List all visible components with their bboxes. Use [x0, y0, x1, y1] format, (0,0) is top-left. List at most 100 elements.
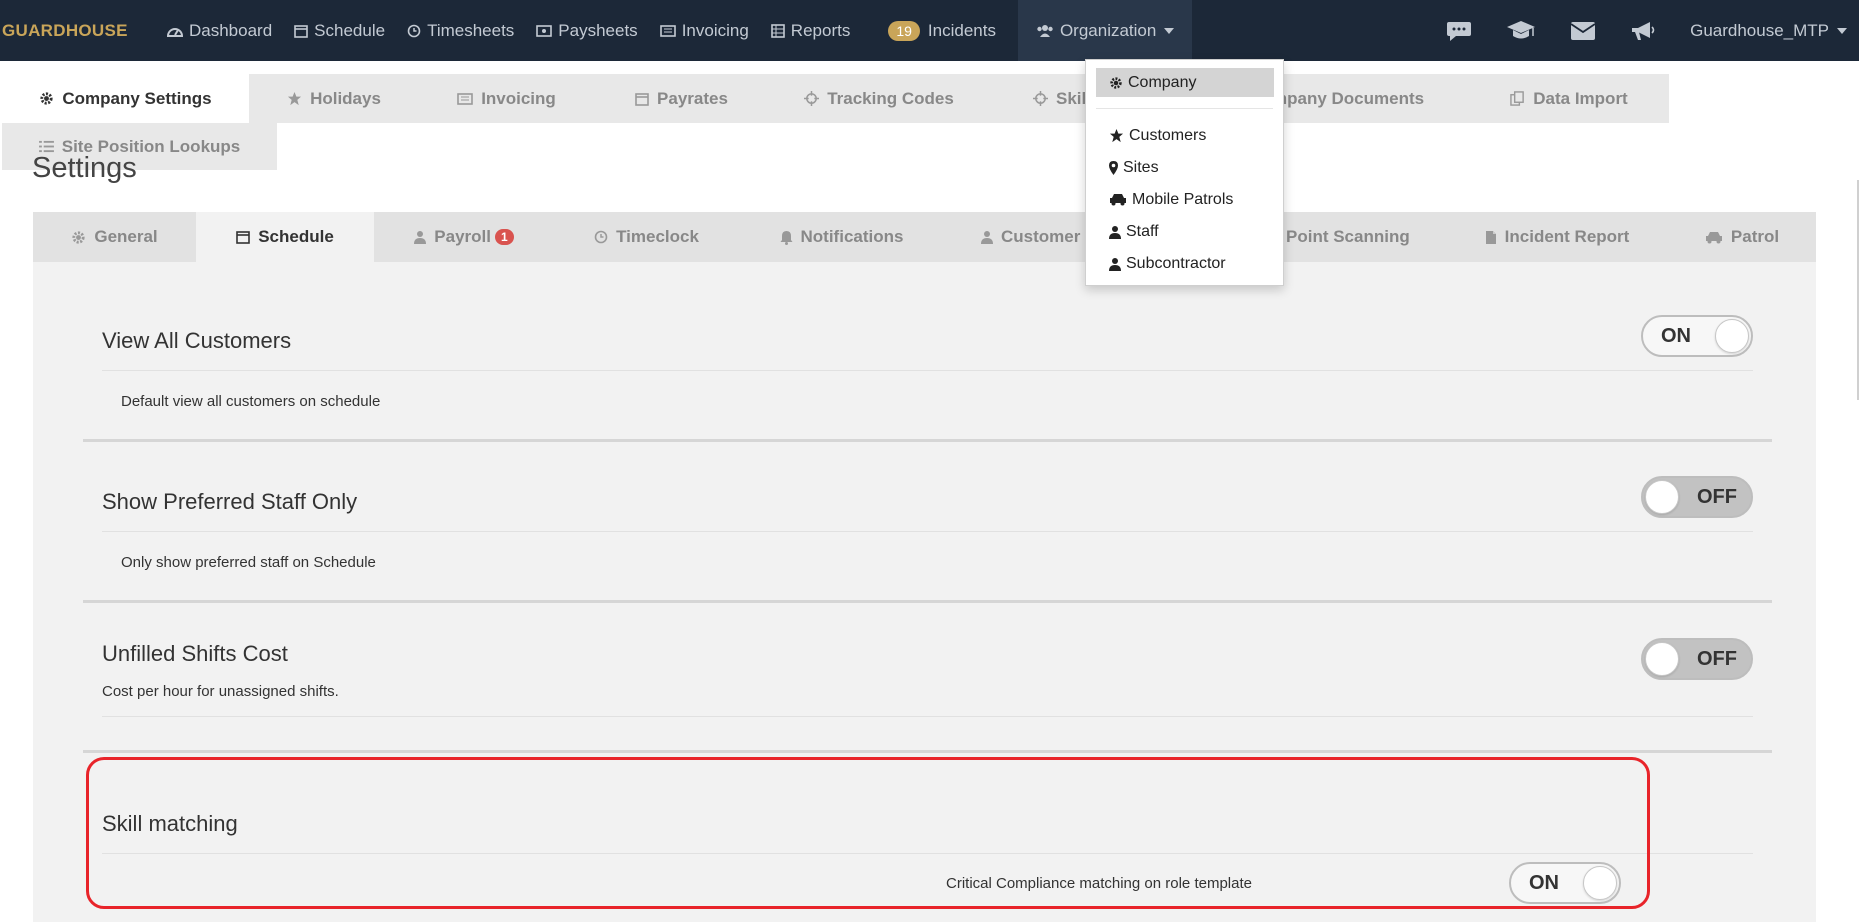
top-navbar: GUARDHOUSE Dashboard Schedule Timesheets…: [0, 0, 1859, 61]
setting-show-preferred-staff-only: Show Preferred Staff Only Only show pref…: [83, 442, 1772, 603]
menu-item-label: Mobile Patrols: [1132, 190, 1234, 208]
nav-invoicing[interactable]: Invoicing: [659, 0, 769, 61]
divider: [102, 716, 1753, 717]
tab-company-settings-label: Company Settings: [62, 88, 212, 108]
car-icon: [1109, 193, 1127, 206]
toggle-unfilled-shifts-cost[interactable]: OFF: [1641, 638, 1753, 680]
invoice-icon: [659, 24, 676, 37]
toggle-state-label: OFF: [1697, 486, 1737, 508]
money-icon: [536, 24, 553, 37]
tab-tracking-codes-label: Tracking Codes: [827, 88, 954, 108]
tab-schedule[interactable]: Schedule: [196, 212, 374, 262]
user-menu[interactable]: Guardhouse_MTP: [1690, 21, 1847, 41]
bullhorn-icon[interactable]: [1630, 20, 1656, 42]
map-marker-icon: [1109, 160, 1118, 175]
nav-reports-label: Reports: [790, 20, 851, 40]
tab-invoicing-label: Invoicing: [481, 88, 556, 108]
toggle-state-label: ON: [1661, 325, 1691, 347]
dashboard-icon: [167, 24, 183, 38]
tab-data-import-label: Data Import: [1533, 88, 1628, 108]
star-icon: [287, 91, 302, 106]
tab-data-import[interactable]: Data Import: [1469, 74, 1669, 123]
nav-incidents-label: Incidents: [927, 20, 996, 40]
menu-item-subcontractor[interactable]: Subcontractor: [1096, 249, 1274, 278]
tab-patrol[interactable]: Patrol: [1668, 212, 1816, 262]
brand-logo[interactable]: GUARDHOUSE: [0, 21, 165, 41]
nav-timesheets[interactable]: Timesheets: [407, 0, 534, 61]
calendar-icon: [236, 230, 251, 244]
highlight-box: [86, 757, 1650, 909]
nav-paysheets-label: Paysheets: [558, 20, 638, 40]
crosshair-icon: [1033, 91, 1048, 106]
menu-item-label: Customers: [1129, 126, 1207, 144]
chevron-down-icon: [1164, 27, 1175, 34]
nav-invoicing-label: Invoicing: [681, 20, 749, 40]
toggle-knob: [1645, 480, 1679, 514]
nav-schedule[interactable]: Schedule: [294, 0, 405, 61]
toggle-state-label: OFF: [1697, 648, 1737, 670]
table-icon: [770, 23, 785, 38]
tab-general[interactable]: General: [33, 212, 196, 262]
tab-point-scanning-label: Point Scanning: [1286, 227, 1410, 246]
nav-organization[interactable]: Organization: [1017, 0, 1193, 61]
tab-incident-report-label: Incident Report: [1504, 227, 1630, 246]
chevron-down-icon: [1837, 27, 1847, 34]
tab-notifications-label: Notifications: [800, 227, 904, 246]
tab-schedule-label: Schedule: [258, 227, 334, 246]
setting-description: Cost per hour for unassigned shifts.: [102, 683, 339, 700]
bell-icon: [780, 230, 793, 245]
nav-incidents[interactable]: 19 Incidents: [888, 0, 1016, 61]
tab-general-label: General: [94, 227, 158, 246]
envelope-icon[interactable]: [1570, 21, 1596, 41]
crosshair-icon: [804, 91, 820, 106]
nav-dashboard[interactable]: Dashboard: [167, 0, 292, 61]
clock-icon: [594, 230, 608, 244]
chat-icon[interactable]: [1446, 20, 1472, 42]
tab-tracking-codes[interactable]: Tracking Codes: [769, 74, 989, 123]
gear-icon: [71, 230, 86, 245]
tab-customer-portal-label: Customer I: [1001, 227, 1090, 246]
nav-paysheets[interactable]: Paysheets: [536, 0, 657, 61]
menu-item-company[interactable]: Company: [1096, 68, 1274, 97]
menu-item-mobile-patrols[interactable]: Mobile Patrols: [1096, 185, 1274, 214]
menu-item-staff[interactable]: Staff: [1096, 217, 1274, 246]
nav-right: Guardhouse_MTP: [1412, 0, 1859, 61]
tab-company-documents-label: mpany Documents: [1272, 88, 1425, 108]
setting-title: Unfilled Shifts Cost: [102, 641, 288, 666]
menu-item-label: Sites: [1123, 158, 1159, 176]
users-icon: [1036, 24, 1054, 38]
tab-incident-report[interactable]: Incident Report: [1446, 212, 1668, 262]
toggle-show-preferred-staff-only[interactable]: OFF: [1641, 476, 1753, 518]
menu-item-label: Company: [1128, 73, 1197, 91]
payroll-count-badge: 1: [495, 229, 514, 245]
setting-description: Default view all customers on schedule: [121, 393, 381, 410]
menu-item-label: Staff: [1126, 222, 1159, 240]
tab-timeclock[interactable]: Timeclock: [554, 212, 739, 262]
graduation-cap-icon[interactable]: [1506, 20, 1536, 42]
setting-title: View All Customers: [102, 328, 292, 353]
calendar-icon: [294, 24, 308, 38]
tab-invoicing[interactable]: Invoicing: [419, 74, 594, 123]
tab-company-settings[interactable]: Company Settings: [2, 74, 249, 123]
nav-reports[interactable]: Reports: [770, 0, 871, 61]
tab-holidays-label: Holidays: [310, 88, 381, 108]
tab-skills-label: Skil: [1056, 88, 1087, 108]
tab-holidays[interactable]: Holidays: [249, 74, 419, 123]
toggle-knob: [1645, 642, 1679, 676]
menu-item-customers[interactable]: Customers: [1096, 121, 1274, 150]
tab-payroll[interactable]: Payroll 1: [374, 212, 554, 262]
tab-notifications[interactable]: Notifications: [739, 212, 944, 262]
user-icon: [981, 230, 993, 244]
user-name: Guardhouse_MTP: [1690, 20, 1829, 40]
tab-payrates[interactable]: Payrates: [594, 74, 769, 123]
toggle-view-all-customers[interactable]: ON: [1641, 315, 1753, 357]
setting-unfilled-shifts-cost: Unfilled Shifts Cost Cost per hour for u…: [83, 603, 1772, 753]
nav-schedule-label: Schedule: [314, 20, 386, 40]
user-icon: [1109, 225, 1121, 239]
incidents-count-badge: 19: [888, 20, 920, 41]
star-icon: [1109, 128, 1124, 143]
gear-icon: [1109, 76, 1123, 90]
tab-patrol-label: Patrol: [1730, 227, 1780, 246]
menu-item-label: Subcontractor: [1126, 254, 1226, 272]
menu-item-sites[interactable]: Sites: [1096, 153, 1274, 182]
